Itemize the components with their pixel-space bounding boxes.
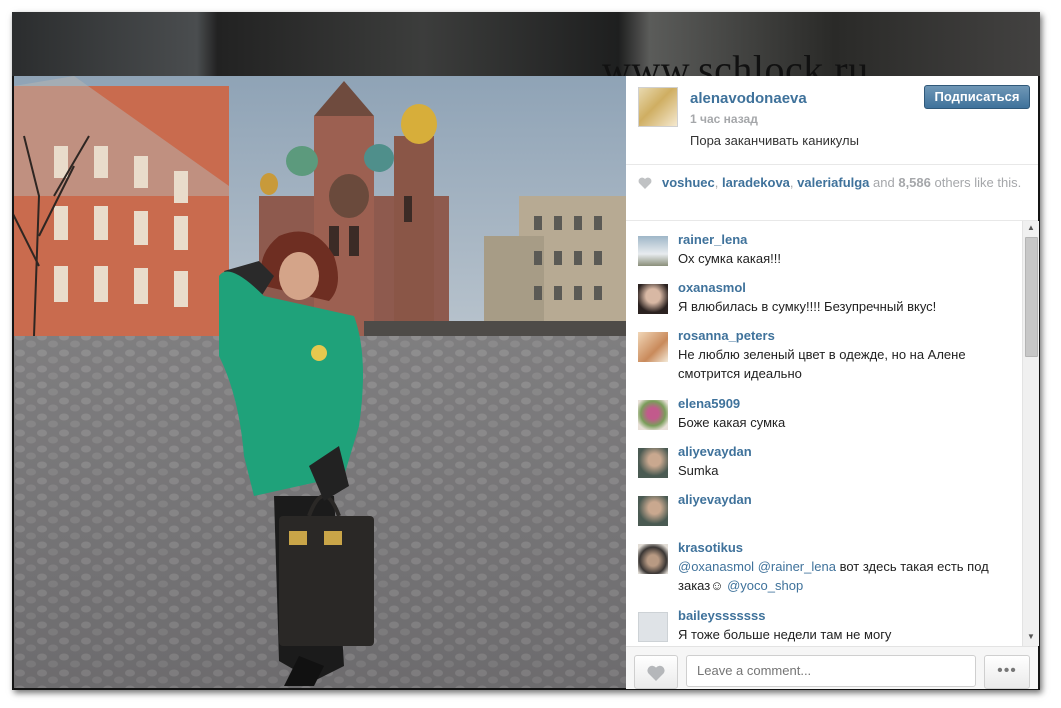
comment-text: Не люблю зеленый цвет в одежде, но на Ал… [678, 347, 966, 381]
comment-username[interactable]: oxanasmol [678, 280, 746, 295]
likes-summary: voshuec, laradekova, valeriafulga and 8,… [662, 175, 1022, 190]
comment-username[interactable]: baileysssssss [678, 608, 765, 623]
commenter-avatar[interactable] [638, 236, 668, 266]
commenter-avatar[interactable] [638, 612, 668, 642]
comment-username[interactable]: rainer_lena [678, 232, 747, 247]
commenter-avatar[interactable] [638, 544, 668, 574]
comment-username[interactable]: krasotikus [678, 540, 743, 555]
comments-list[interactable]: rainer_lena Ох сумка какая!!! oxanasmol … [626, 221, 1022, 646]
post-caption: Пора заканчивать каникулы [690, 133, 859, 148]
owner-avatar[interactable] [638, 87, 678, 127]
post-photo[interactable] [14, 76, 626, 688]
commenter-avatar[interactable] [638, 400, 668, 430]
arrow-up-icon[interactable]: ▲ [1023, 223, 1039, 235]
likes-count[interactable]: 8,586 [898, 175, 931, 190]
commenter-avatar[interactable] [638, 496, 668, 526]
more-options-button[interactable]: ••• [984, 655, 1030, 689]
heart-icon [638, 177, 652, 189]
mention-link[interactable]: @rainer_lena [758, 559, 836, 574]
comments-scrollbar[interactable]: ▲ ▼ [1022, 221, 1039, 646]
comment-username[interactable]: elena5909 [678, 396, 740, 411]
comment-username[interactable]: aliyevaydan [678, 444, 752, 459]
mention-link[interactable]: @yoco_shop [727, 578, 803, 593]
comment-text: Ох сумка какая!!! [678, 251, 781, 266]
scrollbar-thumb[interactable] [1025, 237, 1038, 357]
comment-composer: ••• [626, 646, 1038, 689]
photo-lightbox: www.schlock.ru alenavodonaeva 1 час наза… [12, 12, 1040, 690]
post-details-panel: alenavodonaeva 1 час назад Пора заканчив… [626, 76, 1039, 689]
comment-text: Я тоже больше недели там не могу [678, 627, 892, 642]
comment-username[interactable]: rosanna_peters [678, 328, 775, 343]
likes-section: voshuec, laradekova, valeriafulga and 8,… [626, 164, 1038, 221]
comment-input[interactable] [686, 655, 976, 687]
like-button[interactable] [634, 655, 678, 689]
arrow-down-icon[interactable]: ▼ [1023, 632, 1039, 644]
like-user[interactable]: laradekova [722, 175, 790, 190]
owner-username[interactable]: alenavodonaeva [690, 90, 807, 107]
comment-text: Я влюбилась в сумку!!!! Безупречный вкус… [678, 299, 937, 314]
ellipsis-icon: ••• [997, 662, 1017, 679]
comment-text: Sumka [678, 463, 719, 478]
follow-button[interactable]: Подписаться [924, 85, 1030, 109]
commenter-avatar[interactable] [638, 332, 668, 362]
comment-text: Боже какая сумка [678, 415, 786, 430]
commenter-avatar[interactable] [638, 448, 668, 478]
commenter-avatar[interactable] [638, 284, 668, 314]
heart-icon [647, 665, 665, 681]
like-user[interactable]: valeriafulga [797, 175, 869, 190]
background-feed [12, 12, 1040, 76]
post-header: alenavodonaeva 1 час назад Пора заканчив… [626, 76, 1038, 165]
post-timestamp[interactable]: 1 час назад [690, 112, 758, 126]
like-user[interactable]: voshuec [662, 175, 715, 190]
comment-text: @oxanasmol @rainer_lena вот здесь такая … [678, 559, 989, 593]
mention-link[interactable]: @oxanasmol [678, 559, 754, 574]
comment-username[interactable]: aliyevaydan [678, 492, 752, 507]
